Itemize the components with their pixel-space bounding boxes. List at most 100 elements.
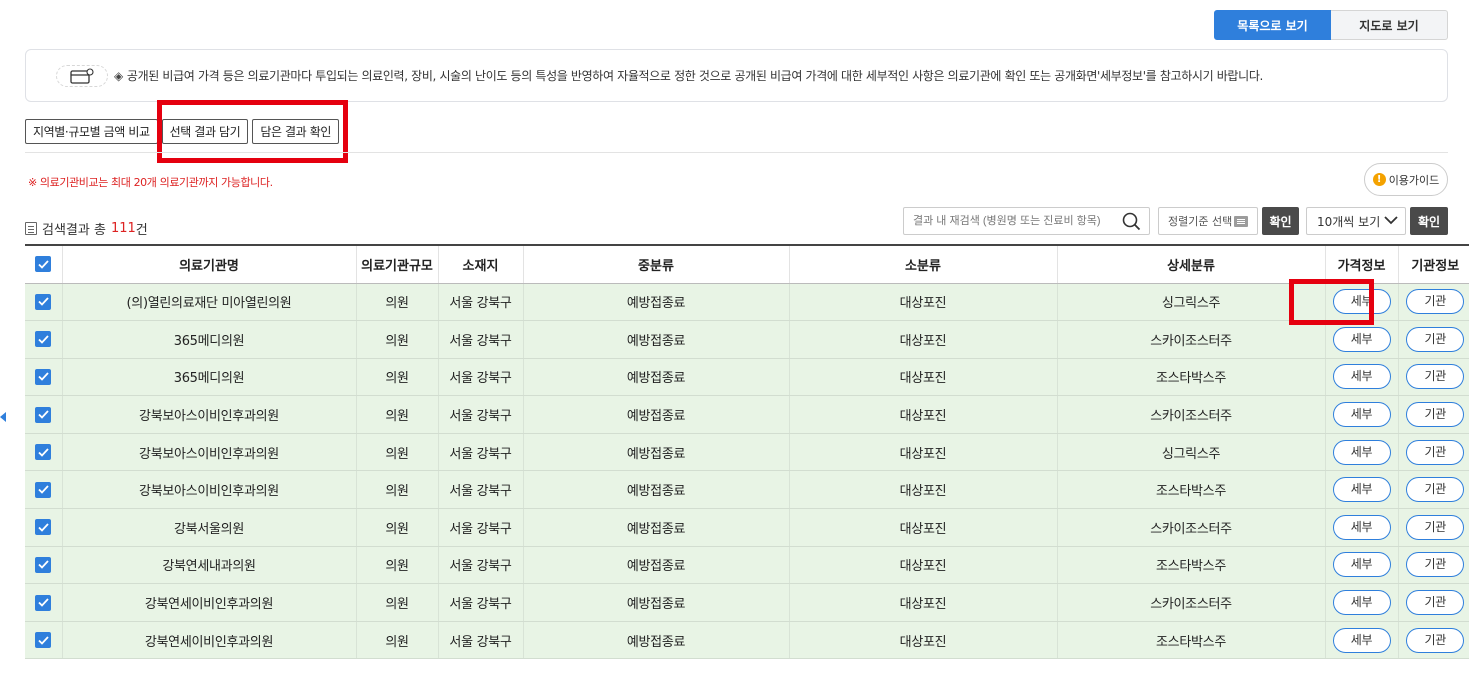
- row-checkbox[interactable]: [35, 632, 52, 649]
- cell-sub-category: 대상포진: [789, 358, 1058, 397]
- org-info-button[interactable]: 기관: [1406, 289, 1465, 315]
- chevron-down-icon: [1384, 214, 1398, 228]
- info-icon: !: [1372, 173, 1386, 186]
- price-detail-button[interactable]: 세부: [1332, 364, 1391, 390]
- list-icon: [1234, 215, 1248, 227]
- row-select-cell: [25, 320, 63, 359]
- side-collapse-arrow-icon[interactable]: [0, 407, 8, 427]
- org-info-button[interactable]: 기관: [1406, 514, 1465, 540]
- price-detail-button[interactable]: 세부: [1332, 289, 1391, 315]
- list-view-button[interactable]: 목록으로 보기: [1214, 10, 1331, 40]
- row-checkbox[interactable]: [35, 368, 52, 385]
- org-info-button[interactable]: 기관: [1406, 552, 1465, 578]
- search-input[interactable]: [904, 209, 1114, 233]
- org-info-button[interactable]: 기관: [1406, 627, 1465, 653]
- cell-org-info: 기관: [1398, 320, 1469, 359]
- cell-size: 의원: [356, 283, 439, 322]
- map-view-button[interactable]: 지도로 보기: [1331, 10, 1448, 40]
- row-checkbox[interactable]: [35, 594, 52, 611]
- cell-price-info: 세부: [1325, 583, 1399, 622]
- view-toggle: 목록으로 보기 지도로 보기: [1214, 10, 1448, 40]
- results-table: 의료기관명 의료기관규모 소재지 중분류 소분류 상세분류 가격정보 기관정보 …: [25, 244, 1469, 660]
- cell-location: 서울 강북구: [438, 283, 524, 322]
- cell-mid-category: 예방접종료: [523, 320, 790, 359]
- cell-sub-category: 대상포진: [789, 621, 1058, 660]
- cell-name: (의)열린의료재단 미아열린의원: [62, 283, 357, 322]
- org-info-button[interactable]: 기관: [1406, 439, 1465, 465]
- cell-detail-category: 조스타박스주: [1057, 358, 1326, 397]
- cell-detail-category: 싱그릭스주: [1057, 433, 1326, 472]
- org-info-button[interactable]: 기관: [1406, 402, 1465, 428]
- org-info-button[interactable]: 기관: [1406, 590, 1465, 616]
- limit-note: ※ 의료기관비교는 최대 20개 의료기관까지 가능합니다.: [28, 176, 273, 189]
- notice-box: ◈ 공개된 비급여 가격 등은 의료기관마다 투입되는 의료인력, 장비, 시술의…: [25, 49, 1448, 102]
- org-info-button[interactable]: 기관: [1406, 326, 1465, 352]
- compare-button[interactable]: 지역별·규모별 금액 비교: [25, 119, 158, 144]
- result-count: 검색결과 총 111 건: [25, 219, 148, 238]
- cell-mid-category: 예방접종료: [523, 395, 790, 434]
- cell-name: 강북연세이비인후과의원: [62, 583, 357, 622]
- cell-price-info: 세부: [1325, 546, 1399, 585]
- per-page-confirm-button[interactable]: 확인: [1410, 207, 1448, 235]
- cell-size: 의원: [356, 358, 439, 397]
- cell-location: 서울 강북구: [438, 621, 524, 660]
- row-checkbox[interactable]: [35, 444, 52, 461]
- cell-org-info: 기관: [1398, 546, 1469, 585]
- cell-location: 서울 강북구: [438, 546, 524, 585]
- cell-name: 365메디의원: [62, 358, 357, 397]
- price-detail-button[interactable]: 세부: [1332, 477, 1391, 503]
- org-info-button[interactable]: 기관: [1406, 477, 1465, 503]
- table-row: 365메디의원 의원 서울 강북구 예방접종료 대상포진 조스타박스주 세부 기관: [25, 358, 1469, 397]
- search-icon[interactable]: [1122, 212, 1141, 235]
- cell-sub-category: 대상포진: [789, 470, 1058, 510]
- row-checkbox[interactable]: [35, 481, 52, 498]
- cell-sub-category: 대상포진: [789, 320, 1058, 359]
- table-row: 강북연세이비인후과의원 의원 서울 강북구 예방접종료 대상포진 조스타박스주 세부 기관: [25, 621, 1469, 660]
- price-detail-button[interactable]: 세부: [1332, 552, 1391, 578]
- row-select-cell: [25, 470, 63, 510]
- cell-location: 서울 강북구: [438, 358, 524, 397]
- cell-size: 의원: [356, 621, 439, 660]
- search-confirm-button[interactable]: 확인: [1262, 207, 1299, 235]
- header-org-info: 기관정보: [1398, 244, 1469, 284]
- cell-price-info: 세부: [1325, 508, 1399, 547]
- row-checkbox[interactable]: [35, 519, 52, 536]
- row-checkbox[interactable]: [35, 556, 52, 573]
- header-size: 의료기관규모: [356, 244, 439, 284]
- cell-mid-category: 예방접종료: [523, 621, 790, 660]
- cell-sub-category: 대상포진: [789, 433, 1058, 472]
- price-detail-button[interactable]: 세부: [1332, 627, 1391, 653]
- cell-sub-category: 대상포진: [789, 546, 1058, 585]
- price-detail-button[interactable]: 세부: [1332, 439, 1391, 465]
- row-checkbox[interactable]: [35, 293, 52, 310]
- header-price-info: 가격정보: [1325, 244, 1399, 284]
- save-selection-button[interactable]: 선택 결과 담기: [161, 119, 249, 144]
- cell-sub-category: 대상포진: [789, 283, 1058, 322]
- cell-name: 강북연세내과의원: [62, 546, 357, 585]
- row-select-cell: [25, 358, 63, 397]
- cell-price-info: 세부: [1325, 320, 1399, 359]
- row-select-cell: [25, 546, 63, 585]
- price-detail-button[interactable]: 세부: [1332, 402, 1391, 428]
- cell-org-info: 기관: [1398, 621, 1469, 660]
- table-row: 강북보아스이비인후과의원 의원 서울 강북구 예방접종료 대상포진 조스타박스주 세부 기관: [25, 470, 1469, 510]
- guide-button[interactable]: ! 이용가이드: [1364, 163, 1448, 196]
- price-detail-button[interactable]: 세부: [1332, 514, 1391, 540]
- cell-org-info: 기관: [1398, 395, 1469, 434]
- per-page-select[interactable]: 10개씩 보기: [1306, 207, 1406, 235]
- row-checkbox[interactable]: [35, 331, 52, 348]
- price-detail-button[interactable]: 세부: [1332, 590, 1391, 616]
- cell-size: 의원: [356, 508, 439, 547]
- sort-select[interactable]: 정렬기준 선택: [1158, 207, 1258, 235]
- table-header-row: 의료기관명 의료기관규모 소재지 중분류 소분류 상세분류 가격정보 기관정보: [25, 244, 1469, 284]
- notice-text: 공개된 비급여 가격 등은 의료기관마다 투입되는 의료인력, 장비, 시술의 …: [126, 69, 1263, 83]
- row-checkbox[interactable]: [35, 406, 52, 423]
- table-row: 강북보아스이비인후과의원 의원 서울 강북구 예방접종료 대상포진 스카이조스터주 세부 기관: [25, 395, 1469, 434]
- org-info-button[interactable]: 기관: [1406, 364, 1465, 390]
- price-detail-button[interactable]: 세부: [1332, 326, 1391, 352]
- check-saved-button[interactable]: 담은 결과 확인: [252, 119, 339, 144]
- row-select-cell: [25, 395, 63, 434]
- table-row: 강북연세내과의원 의원 서울 강북구 예방접종료 대상포진 조스타박스주 세부 기관: [25, 546, 1469, 585]
- select-all-checkbox[interactable]: [35, 256, 52, 273]
- cell-mid-category: 예방접종료: [523, 358, 790, 397]
